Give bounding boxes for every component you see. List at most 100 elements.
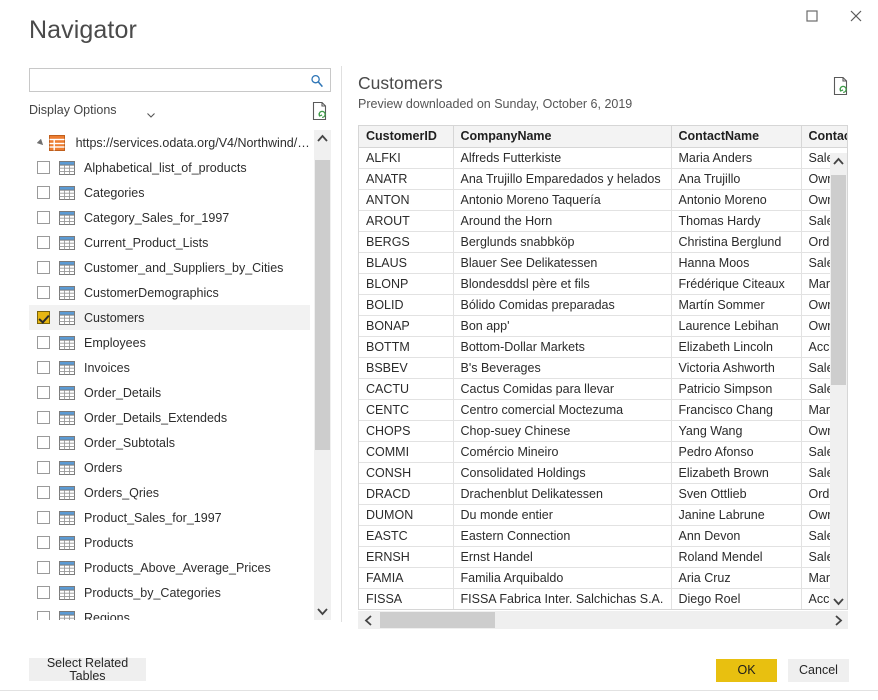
tree-item-checkbox[interactable] bbox=[37, 436, 50, 449]
table-row[interactable]: EASTCEastern ConnectionAnn DevonSales Ag… bbox=[359, 525, 847, 547]
tree-item-checkbox[interactable] bbox=[37, 511, 50, 524]
tree-item-current-product-lists[interactable]: Current_Product_Lists bbox=[29, 230, 310, 255]
table-row[interactable]: FAMIAFamilia ArquibaldoAria CruzMarketin… bbox=[359, 567, 847, 589]
search-icon[interactable] bbox=[308, 72, 326, 89]
grid-scroll-right-button[interactable] bbox=[828, 611, 848, 629]
tree-item-checkbox[interactable] bbox=[37, 411, 50, 424]
tree-item-checkbox[interactable] bbox=[37, 286, 50, 299]
table-row[interactable]: CHOPS Chop-suey Chinese Yang Wang Owner bbox=[359, 420, 847, 442]
table-row[interactable]: ALFKI Alfreds Futterkiste Maria Anders Sale… bbox=[359, 147, 847, 169]
tree-item-customerdemographics[interactable]: CustomerDemographics bbox=[29, 280, 310, 305]
table-row[interactable]: CONSH Consolidated Holdings Elizabeth Brow… bbox=[359, 462, 847, 484]
tree-item-employees[interactable]: Employees bbox=[29, 330, 310, 355]
tree-item-checkbox[interactable] bbox=[37, 236, 50, 249]
chevron-down-icon[interactable] bbox=[147, 107, 155, 118]
tree-scroll-thumb[interactable] bbox=[315, 160, 330, 450]
table-icon bbox=[59, 460, 75, 475]
cancel-button[interactable]: Cancel bbox=[788, 659, 849, 682]
tree-item-order-details-extendeds[interactable]: Order_Details_Extendeds bbox=[29, 405, 310, 430]
table-row[interactable]: ERNSHErnst HandelRoland MendelSales Mana… bbox=[359, 546, 847, 568]
column-header-contactname[interactable]: ContactName bbox=[671, 126, 802, 148]
preview-grid[interactable]: CustomerIDCompanyNameContactNameContactT… bbox=[358, 125, 848, 610]
table-row[interactable]: DRACD Drachenblut Delikatessen Sven Ottlie… bbox=[359, 483, 847, 505]
grid-vertical-scrollbar[interactable] bbox=[830, 153, 847, 609]
table-row[interactable]: BOLID Bólido Comidas preparadas Martín Som… bbox=[359, 294, 847, 316]
column-header-customerid[interactable]: CustomerID bbox=[359, 126, 454, 148]
table-cell: BLAUS bbox=[359, 252, 454, 274]
table-row[interactable]: CACTU Cactus Comidas para llevar Patricio … bbox=[359, 378, 847, 400]
table-row[interactable]: ANATR Ana Trujillo Emparedados y helados A… bbox=[359, 168, 847, 190]
tree-item-products[interactable]: Products bbox=[29, 530, 310, 555]
expand-collapse-icon[interactable] bbox=[33, 130, 49, 155]
tree-list: https://services.odata.org/V4/Northwind/… bbox=[29, 130, 310, 620]
tree-item-checkbox[interactable] bbox=[37, 361, 50, 374]
tree-item-checkbox[interactable] bbox=[37, 611, 50, 620]
table-row[interactable]: BERGS Berglunds snabbköp Christina Berglun… bbox=[359, 231, 847, 253]
tree-item-invoices[interactable]: Invoices bbox=[29, 355, 310, 380]
table-row[interactable]: ANTON Antonio Moreno Taquería Antonio More… bbox=[359, 189, 847, 211]
tree-item-checkbox[interactable] bbox=[37, 161, 50, 174]
tree-item-checkbox[interactable] bbox=[37, 186, 50, 199]
tree-scroll-down-button[interactable] bbox=[314, 603, 331, 620]
tree-item-categories[interactable]: Categories bbox=[29, 180, 310, 205]
maximize-button[interactable] bbox=[790, 0, 834, 32]
tree-item-checkbox[interactable] bbox=[37, 386, 50, 399]
table-row[interactable]: BOTTM Bottom-Dollar Markets Elizabeth Linc… bbox=[359, 336, 847, 358]
column-header-companyname[interactable]: CompanyName bbox=[453, 126, 672, 148]
grid-scroll-down-button[interactable] bbox=[830, 593, 847, 609]
tree-item-customers[interactable]: Customers bbox=[29, 305, 310, 330]
tree-item-customer-and-suppliers-by-cities[interactable]: Customer_and_Suppliers_by_Cities bbox=[29, 255, 310, 280]
table-row[interactable]: COMMIComércio MineiroPedro AfonsoSales A… bbox=[359, 441, 847, 463]
tree-item-alphabetical-list-of-products[interactable]: Alphabetical_list_of_products bbox=[29, 155, 310, 180]
tree-item-checkbox[interactable] bbox=[37, 461, 50, 474]
table-icon bbox=[59, 435, 75, 450]
tree-item-checkbox[interactable] bbox=[37, 586, 50, 599]
tree-root-label: https://services.odata.org/V4/Northwind/… bbox=[75, 135, 310, 150]
grid-scroll-up-button[interactable] bbox=[830, 153, 847, 170]
table-cell: Familia Arquibaldo bbox=[453, 567, 672, 589]
tree-item-order-subtotals[interactable]: Order_Subtotals bbox=[29, 430, 310, 455]
tree-item-product-sales-for-1997[interactable]: Product_Sales_for_1997 bbox=[29, 505, 310, 530]
search-input[interactable] bbox=[30, 69, 306, 91]
select-related-tables-button[interactable]: Select Related Tables bbox=[29, 657, 146, 682]
table-row[interactable]: BONAP Bon app' Laurence Lebihan Owner bbox=[359, 315, 847, 337]
close-button[interactable] bbox=[834, 0, 878, 32]
tree-item-products-by-categories[interactable]: Products_by_Categories bbox=[29, 580, 310, 605]
tree-scroll-up-button[interactable] bbox=[314, 130, 331, 147]
tree-item-checkbox[interactable] bbox=[37, 536, 50, 549]
grid-scroll-thumb[interactable] bbox=[831, 175, 846, 385]
tree-item-checkbox[interactable] bbox=[37, 211, 50, 224]
tree-item-category-sales-for-1997[interactable]: Category_Sales_for_1997 bbox=[29, 205, 310, 230]
table-row[interactable]: AROUTAround the HornThomas HardySales Re… bbox=[359, 210, 847, 232]
tree-row-root[interactable]: https://services.odata.org/V4/Northwind/… bbox=[29, 130, 310, 155]
grid-horizontal-scrollbar[interactable] bbox=[358, 611, 848, 629]
table-row[interactable]: BSBEV B's Beverages Victoria Ashworth Sales… bbox=[359, 357, 847, 379]
table-cell: Consolidated Holdings bbox=[453, 462, 672, 484]
tree-item-regions[interactable]: Regions bbox=[29, 605, 310, 620]
table-row[interactable]: BLAUS Blauer See Delikatessen Hanna Moos Sa… bbox=[359, 252, 847, 274]
grid-hscroll-thumb[interactable] bbox=[380, 612, 495, 628]
table-row[interactable]: BLONP Blondesddsl père et fils Frédérique … bbox=[359, 273, 847, 295]
tree-item-checkbox[interactable] bbox=[37, 261, 50, 274]
display-options-label[interactable]: Display Options bbox=[29, 103, 117, 117]
tree-vertical-scrollbar[interactable] bbox=[314, 130, 331, 620]
column-header-contacttitle[interactable]: ContactTitle bbox=[801, 126, 847, 148]
tree-item-orders-qries[interactable]: Orders_Qries bbox=[29, 480, 310, 505]
tree-item-checkbox[interactable] bbox=[37, 311, 50, 324]
source-tree[interactable]: https://services.odata.org/V4/Northwind/… bbox=[29, 130, 331, 620]
search-box[interactable] bbox=[29, 68, 331, 92]
ok-button[interactable]: OK bbox=[716, 659, 777, 682]
refresh-preview-icon[interactable] bbox=[311, 101, 329, 121]
preview-document-refresh-icon[interactable] bbox=[832, 76, 850, 96]
tree-item-checkbox[interactable] bbox=[37, 486, 50, 499]
tree-item-products-above-average-prices[interactable]: Products_Above_Average_Prices bbox=[29, 555, 310, 580]
tree-item-checkbox[interactable] bbox=[37, 561, 50, 574]
table-row[interactable]: CENTC Centro comercial Moctezuma Francisco… bbox=[359, 399, 847, 421]
table-row[interactable]: FISSA FISSA Fabrica Inter. Salchichas S.A… bbox=[359, 588, 847, 609]
tree-item-order-details[interactable]: Order_Details bbox=[29, 380, 310, 405]
grid-scroll-left-button[interactable] bbox=[358, 611, 378, 629]
tree-item-checkbox[interactable] bbox=[37, 336, 50, 349]
chevron-down-icon bbox=[317, 608, 328, 616]
table-row[interactable]: DUMON Du monde entier Janine Labrune Owner bbox=[359, 504, 847, 526]
tree-item-orders[interactable]: Orders bbox=[29, 455, 310, 480]
